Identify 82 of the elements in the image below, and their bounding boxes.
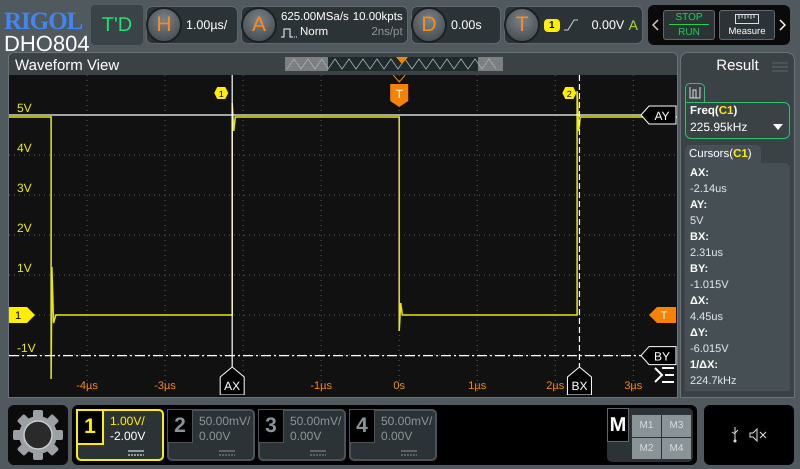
brand-logo: RIGOL xyxy=(4,8,84,36)
delay-value: 0.00s xyxy=(451,18,482,32)
y-tick-label: 4V xyxy=(17,141,32,155)
panel-title: Waveform View xyxy=(14,58,120,73)
y-tick-label: 3V xyxy=(17,181,32,195)
timebase-value: 1.00µs/ xyxy=(186,18,228,32)
x-tick-label: 0s xyxy=(393,380,405,392)
x-tick-label: 2µs xyxy=(546,380,564,392)
measurement-value: 225.95kHz xyxy=(690,120,748,134)
dc-coupling-icon xyxy=(401,450,417,456)
muted-speaker-icon[interactable] xyxy=(749,428,767,442)
cursor-value: -2.14us xyxy=(690,182,728,197)
x-tick-label: -3µs xyxy=(154,380,176,392)
panel-title: Result xyxy=(716,57,759,74)
trigger-level: 0.00V xyxy=(592,18,624,32)
cursor-value: 2.31us xyxy=(690,246,724,261)
cursor-line[interactable] xyxy=(9,114,641,116)
resolution: 2ns/pt xyxy=(370,25,403,40)
cursor-line[interactable] xyxy=(578,75,580,367)
gear-icon[interactable] xyxy=(8,405,68,465)
math-button[interactable]: M xyxy=(607,408,629,442)
cursor-value: 5V xyxy=(690,214,704,229)
cursor-tag[interactable]: AY xyxy=(640,106,676,124)
y-tick-label: -1V xyxy=(17,341,36,355)
menu-icon[interactable] xyxy=(654,367,674,383)
ref-line-label: BY xyxy=(654,350,670,364)
cursor-value: -1.015V xyxy=(690,278,730,293)
channel-marker[interactable]: 1 xyxy=(9,307,35,323)
measurement-label: Freq(C1) xyxy=(690,104,738,117)
search-mark: 1 xyxy=(214,87,228,99)
measure-button[interactable]: Measure xyxy=(719,10,775,40)
search-mark: 2 xyxy=(562,87,576,99)
cursor-label: BY: xyxy=(690,262,710,277)
cursor-tag[interactable]: BX xyxy=(566,366,592,395)
cursor-value: 224.7kHz xyxy=(690,374,738,389)
model-name: DHO804 xyxy=(4,33,90,55)
cursor-value: 4.45us xyxy=(690,310,724,325)
usb-icon xyxy=(731,427,739,443)
ref-line-label: AY xyxy=(654,109,670,123)
x-tick-label: 3µs xyxy=(624,380,642,392)
cursor-label: AY: xyxy=(690,198,708,213)
waveform-overview[interactable] xyxy=(285,57,503,71)
measurement-tab-icon[interactable] xyxy=(689,86,701,99)
dc-coupling-icon xyxy=(128,450,144,456)
rising-edge-icon xyxy=(564,19,578,31)
ref-line-label: BX xyxy=(571,379,588,393)
x-tick-label: 1µs xyxy=(468,380,486,392)
caret-icon[interactable] xyxy=(773,124,783,130)
pulse-icon xyxy=(281,28,297,38)
measurement-card[interactable]: Freq(C1) 225.95kHz xyxy=(685,102,790,139)
acquire-mode: Norm xyxy=(300,25,328,40)
sample-rate: 625.00MSa/s xyxy=(281,10,349,25)
chevron-left-icon[interactable] xyxy=(652,19,659,31)
cursor-value: -6.015V xyxy=(690,342,730,357)
run-stop-button[interactable]: STOP RUN xyxy=(663,10,715,40)
ruler-icon xyxy=(735,14,759,24)
x-tick-label: -4µs xyxy=(76,380,98,392)
ref-line-label: AX xyxy=(224,379,240,393)
memory-depth: 10.00kpts xyxy=(352,10,403,25)
cursors-tab[interactable]: Cursors(C1) xyxy=(685,145,761,163)
cursor-line[interactable] xyxy=(9,355,641,356)
dc-coupling-icon xyxy=(219,450,235,456)
cursor-label: AX: xyxy=(690,166,710,181)
cursor-label: ΔY: xyxy=(690,326,710,341)
y-tick-label: 5V xyxy=(17,101,32,115)
y-tick-label: 2V xyxy=(17,221,32,235)
dc-coupling-icon xyxy=(310,450,326,456)
cursor-label: BX: xyxy=(690,230,710,245)
channel-tab[interactable]: 1 1.00V/ -2.00V xyxy=(76,409,164,461)
cursor-label: 1/ΔX: xyxy=(690,358,720,373)
cursor-tag[interactable]: AX xyxy=(220,366,245,395)
x-tick-label: -1µs xyxy=(310,380,332,392)
cursor-label: ΔX: xyxy=(690,294,710,309)
channel-tab[interactable]: 4 50.00mV/ 0.00V xyxy=(349,409,437,461)
channel-tab[interactable]: 2 50.00mV/ 0.00V xyxy=(167,409,255,461)
mode-button[interactable]: T'D xyxy=(91,5,143,45)
channel-tab[interactable]: 3 50.00mV/ 0.00V xyxy=(258,409,346,461)
trigger-source: 1 xyxy=(544,18,560,32)
cursor-tag[interactable]: BY xyxy=(640,346,676,366)
y-tick-label: 1V xyxy=(17,261,32,275)
chevron-right-icon[interactable] xyxy=(779,19,786,31)
sweep-mode: A xyxy=(628,17,638,33)
